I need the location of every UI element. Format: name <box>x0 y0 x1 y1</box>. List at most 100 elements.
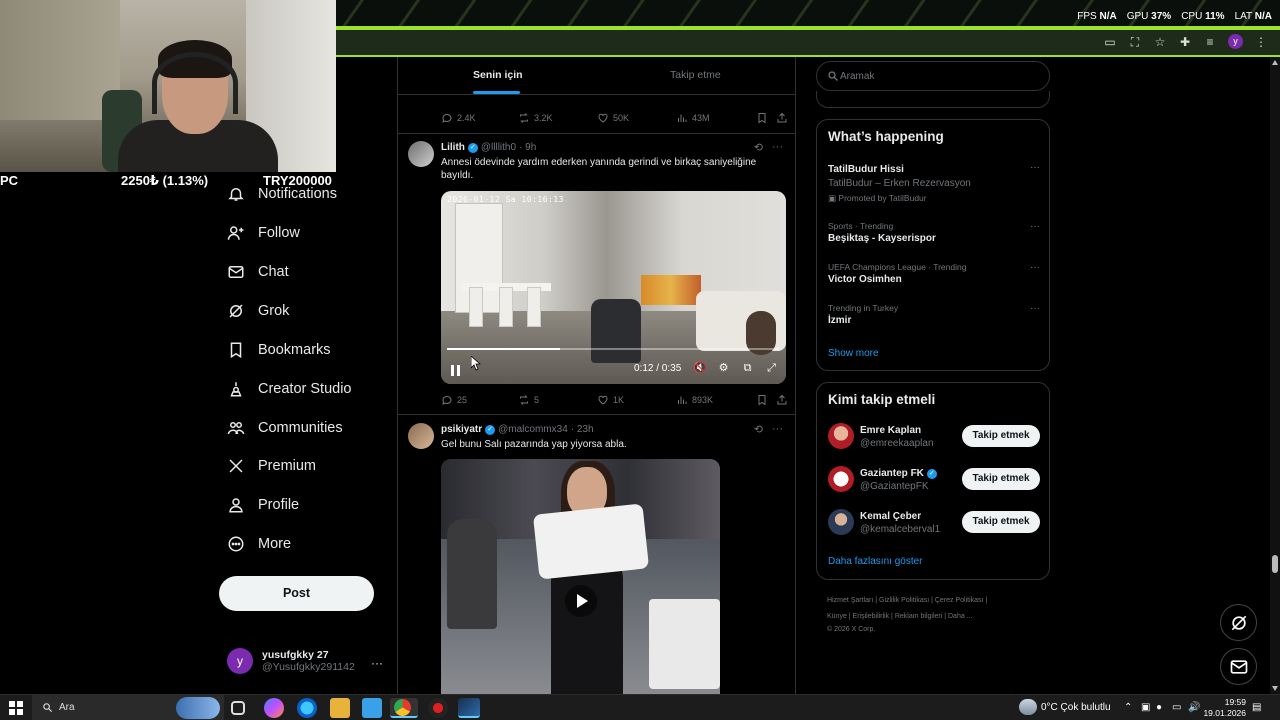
share-button[interactable] <box>776 394 788 406</box>
star-icon[interactable]: ☆ <box>1153 35 1167 49</box>
repost-button[interactable]: 5 <box>518 394 597 406</box>
grok-icon[interactable]: ⟲ <box>754 141 763 154</box>
tweet-author-name[interactable]: psikiyatr <box>441 424 482 435</box>
tweet-time[interactable]: · 23h <box>571 424 594 435</box>
scrollbar[interactable] <box>1270 57 1280 694</box>
messages-floating-button[interactable] <box>1220 648 1257 685</box>
search-input[interactable]: Aramak <box>816 61 1050 91</box>
settings-icon[interactable]: ⚙ <box>717 362 730 375</box>
tweet-video[interactable]: 2026-01-12 Sa 10:16:13 0:12 / 0:35 🔇 ⚙ ⧉… <box>441 191 786 384</box>
nav-profile[interactable]: Profile <box>227 494 299 516</box>
weather-text[interactable]: 0°C Çok bulutlu <box>1041 702 1111 713</box>
repost-button[interactable]: 3.2K <box>518 112 597 124</box>
tab-following[interactable]: Takip etme <box>670 69 721 81</box>
taskbar-clock[interactable]: 19:59 19.01.2026 <box>1203 697 1246 719</box>
fullscreen-icon[interactable]: ⤢ <box>765 362 778 375</box>
extensions-icon[interactable]: ✚ <box>1178 35 1192 49</box>
reply-button[interactable]: 2.4K <box>441 112 518 124</box>
volume-icon[interactable]: 🔊 <box>1188 702 1200 713</box>
follow-button[interactable]: Takip etmek <box>962 511 1040 533</box>
nav-communities[interactable]: Communities <box>227 417 343 439</box>
follow-button[interactable]: Takip etmek <box>962 425 1040 447</box>
microphone-icon[interactable]: ● <box>1156 702 1162 713</box>
bookmark-button[interactable] <box>756 112 776 124</box>
reply-button[interactable]: 25 <box>441 394 518 406</box>
grok-floating-button[interactable] <box>1220 604 1257 641</box>
nav-follow[interactable]: Follow <box>227 222 300 244</box>
nav-notifications[interactable]: Notifications <box>227 183 337 205</box>
tweet-time[interactable]: · 9h <box>519 142 536 153</box>
trend-item[interactable]: Trending in Turkey İzmir ··· <box>828 303 1040 326</box>
footer-line[interactable]: Künye | Erişilebilirlik | Reklam bilgile… <box>827 609 1047 625</box>
trend-item[interactable]: TatilBudur Hissi TatilBudur – Erken Reze… <box>828 162 1040 204</box>
tab-for-you[interactable]: Senin için <box>473 69 523 81</box>
translate-icon[interactable]: ⛶ <box>1128 35 1142 49</box>
more-icon[interactable]: ··· <box>1030 221 1040 232</box>
video-progress-bar[interactable] <box>447 348 780 350</box>
more-icon[interactable]: ··· <box>772 423 783 436</box>
tweet-avatar[interactable] <box>408 141 434 167</box>
nav-bookmarks[interactable]: Bookmarks <box>227 339 331 361</box>
tray-network-adapter-icon[interactable]: ▣ <box>1141 702 1150 713</box>
avatar[interactable] <box>828 423 854 449</box>
tweet-author-name[interactable]: Lilith <box>441 142 465 153</box>
pause-icon[interactable] <box>451 363 463 376</box>
pip-icon[interactable]: ⧉ <box>741 362 754 375</box>
tray-chevron-icon[interactable]: ⌃ <box>1124 702 1132 713</box>
windows-start-icon[interactable] <box>9 701 23 715</box>
profile-avatar-icon[interactable]: y <box>1228 34 1243 49</box>
show-more-link[interactable]: Show more <box>828 348 879 359</box>
views-button[interactable]: 43M <box>676 112 756 124</box>
file-explorer-icon[interactable] <box>330 698 350 718</box>
more-icon[interactable]: ··· <box>1030 262 1040 273</box>
bookmark-button[interactable] <box>756 394 776 406</box>
menu-kebab-icon[interactable]: ⋮ <box>1254 35 1268 49</box>
like-button[interactable]: 1K <box>597 394 676 406</box>
trend-item[interactable]: UEFA Champions League · Trending Victor … <box>828 262 1040 285</box>
avatar[interactable] <box>828 466 854 492</box>
obs-icon[interactable] <box>428 698 448 718</box>
more-icon[interactable]: ··· <box>1030 303 1040 314</box>
follow-suggestion[interactable]: Kemal Çeber @kemalceberval1 Takip etmek <box>828 509 1040 539</box>
account-switcher[interactable]: y yusufgkky 27 @Yusufgkky291142 <box>227 648 355 674</box>
post-button[interactable]: Post <box>219 576 374 611</box>
more-icon[interactable]: ··· <box>1030 162 1040 173</box>
share-button[interactable] <box>776 112 788 124</box>
avatar[interactable] <box>828 509 854 535</box>
account-more-icon[interactable]: ··· <box>371 656 383 670</box>
show-more-link[interactable]: Daha fazlasını göster <box>828 556 923 567</box>
play-icon[interactable] <box>565 585 597 617</box>
mute-icon[interactable]: 🔇 <box>693 362 707 375</box>
scroll-up-icon[interactable] <box>1272 60 1278 65</box>
media-icon[interactable]: ≡ <box>1203 35 1217 49</box>
scroll-down-icon[interactable] <box>1272 686 1278 691</box>
network-icon[interactable]: ▭ <box>1172 702 1181 713</box>
follow-button[interactable]: Takip etmek <box>962 468 1040 490</box>
trend-item[interactable]: Sports · Trending Beşiktaş - Kayserispor… <box>828 221 1040 244</box>
copilot-icon[interactable] <box>264 698 284 718</box>
nav-more[interactable]: More <box>227 533 291 555</box>
taskbar-search[interactable]: Ara <box>32 695 224 720</box>
nav-creator-studio[interactable]: Creator Studio <box>227 378 352 400</box>
follow-suggestion[interactable]: Gaziantep FK ✓ @GaziantepFK Takip etmek <box>828 466 1040 496</box>
follow-suggestion[interactable]: Emre Kaplan @emreekaaplan Takip etmek <box>828 423 1040 453</box>
tweet-author-handle[interactable]: @llllith0 <box>481 142 516 153</box>
chrome-icon[interactable] <box>390 698 418 718</box>
footer-line[interactable]: Hizmet Şartları | Gizlilik Politikası | … <box>827 593 1047 609</box>
like-button[interactable]: 50K <box>597 112 676 124</box>
tweet-avatar[interactable] <box>408 423 434 449</box>
tweet-video[interactable] <box>441 459 720 694</box>
views-button[interactable]: 893K <box>676 394 756 406</box>
nav-grok[interactable]: Grok <box>227 300 289 322</box>
nav-chat[interactable]: Chat <box>227 261 289 283</box>
notifications-icon[interactable]: ▤ <box>1252 702 1261 713</box>
edge-icon[interactable] <box>297 698 317 718</box>
task-view-icon[interactable] <box>231 701 245 715</box>
nav-premium[interactable]: Premium <box>227 455 316 477</box>
screenshot-icon[interactable]: ▭ <box>1103 35 1117 49</box>
steam-icon[interactable] <box>458 698 480 718</box>
more-icon[interactable]: ··· <box>772 141 783 154</box>
scrollbar-thumb[interactable] <box>1272 555 1278 573</box>
grok-icon[interactable]: ⟲ <box>754 423 763 436</box>
store-icon[interactable] <box>362 698 382 718</box>
